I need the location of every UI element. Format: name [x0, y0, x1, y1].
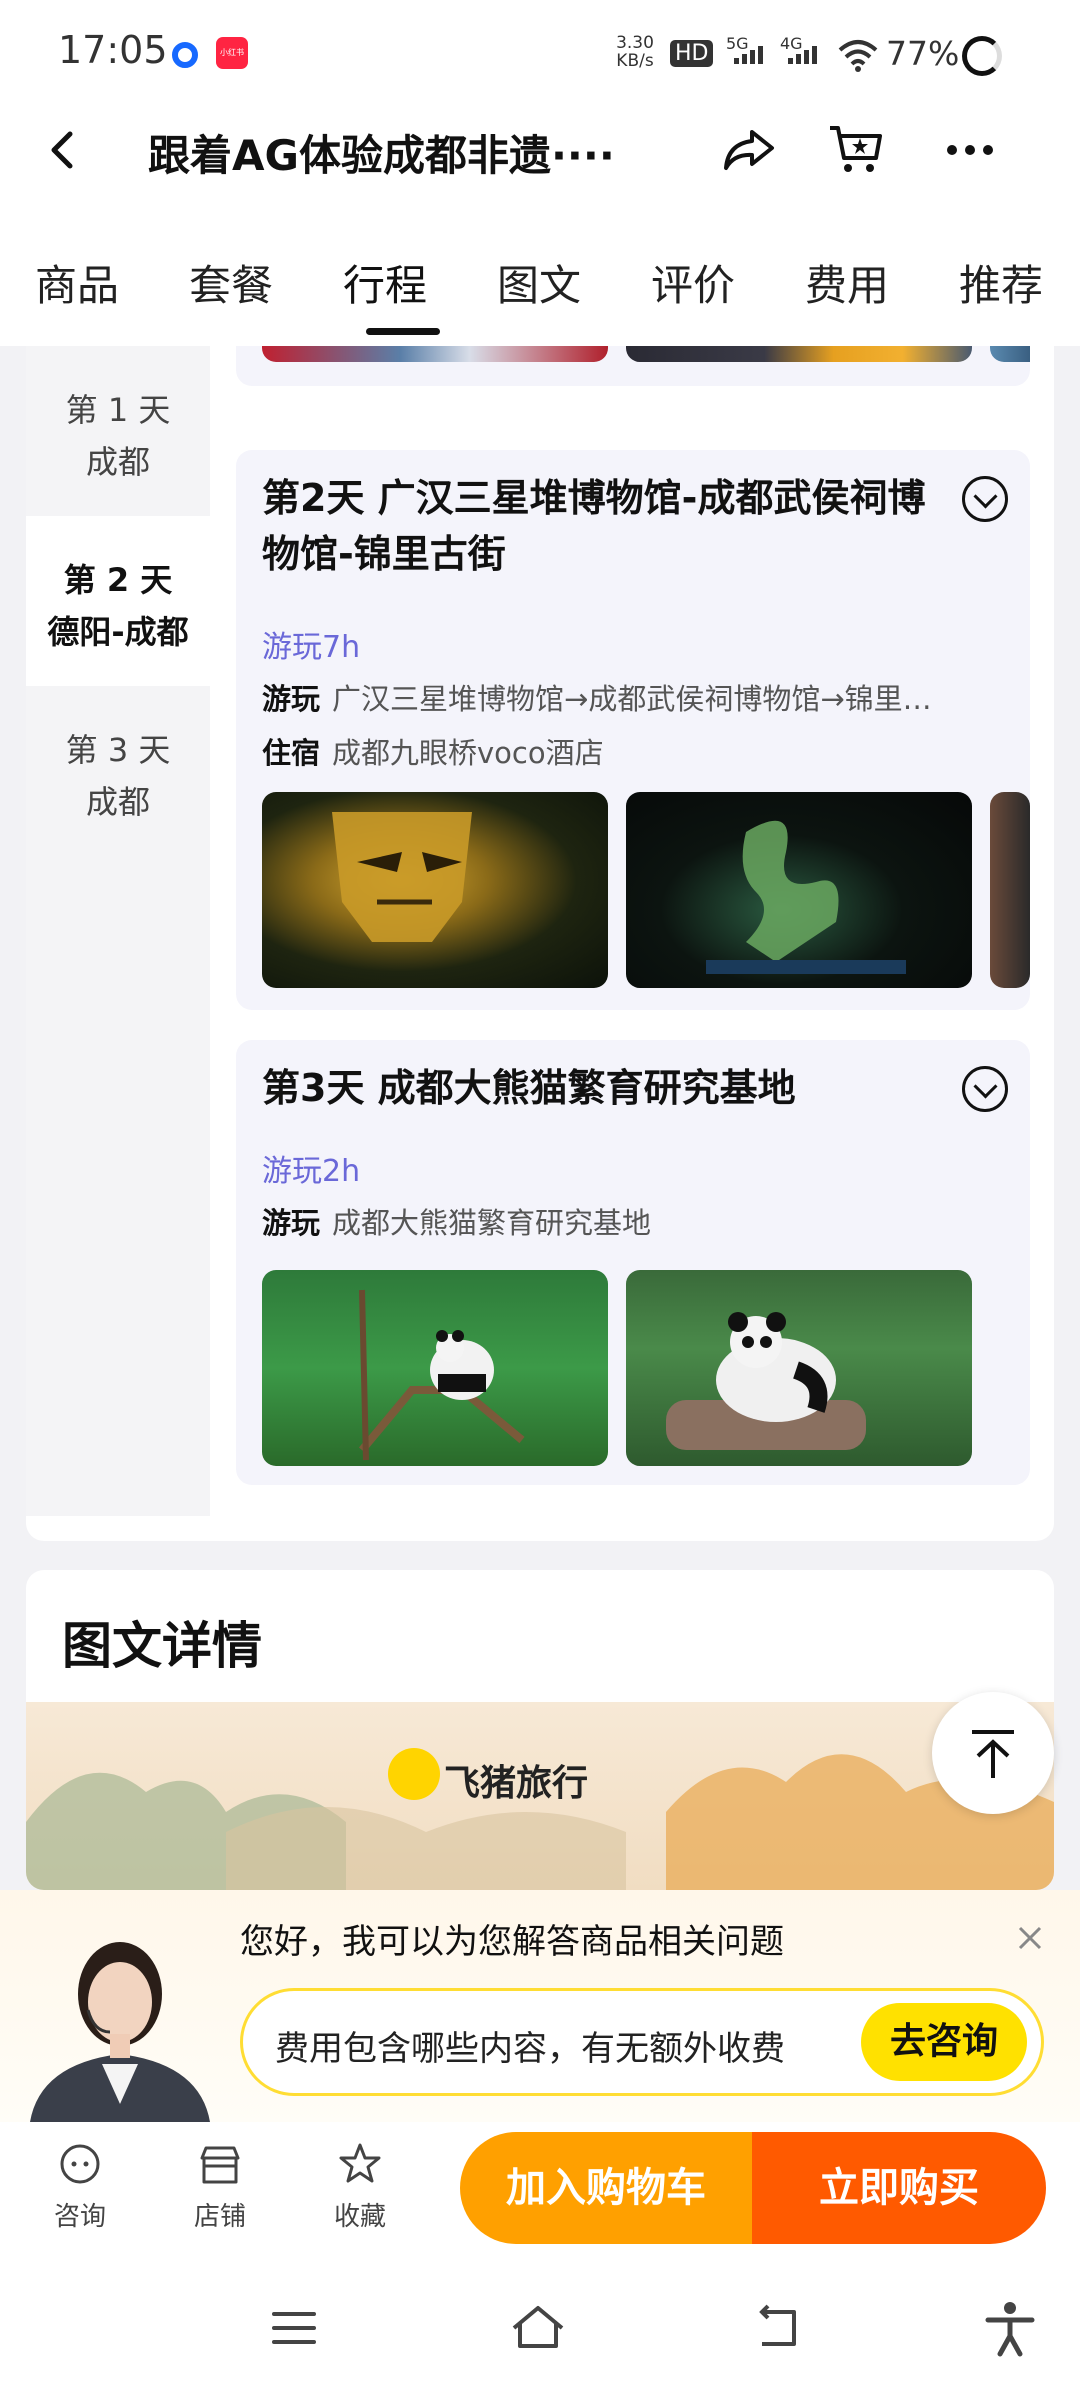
bronze-artifact-photo[interactable]: [626, 792, 972, 988]
chat-icon: [60, 2144, 100, 2184]
notification-dot-icon: [172, 42, 198, 68]
day-navigator: 第 1 天 成都 第 2 天 德阳-成都 第 3 天 成都: [26, 346, 210, 1516]
day-2-play-row: 游玩 广汉三星堆博物馆→成都武侯祠博物馆→锦里…: [262, 682, 932, 716]
day-1-photos: [262, 346, 1030, 362]
status-time: 17:05: [58, 28, 168, 72]
day-2-stay-row: 住宿 成都九眼桥voco酒店: [262, 736, 604, 770]
day-2-photos: [262, 792, 1030, 988]
bottom-action-bar: 咨询 店铺 收藏 加入购物车 立即购买: [0, 2122, 1080, 2258]
page-title: 跟着AG体验成都非遗····: [148, 131, 615, 180]
system-nav-bar: [0, 2258, 1080, 2400]
itinerary-section: 第 1 天 成都 第 2 天 德阳-成都 第 3 天 成都 第2天 广汉三星堆博…: [26, 346, 1054, 1541]
share-icon[interactable]: [716, 118, 780, 182]
battery-percent: 77%: [886, 34, 960, 73]
assistant-greeting: 您好，我可以为您解答商品相关问题: [240, 1922, 784, 1962]
day-nav-item-1[interactable]: 第 1 天 成都: [26, 346, 210, 516]
store-action[interactable]: 店铺: [170, 2140, 270, 2233]
more-options-icon[interactable]: [938, 118, 1002, 182]
home-icon[interactable]: [508, 2298, 568, 2358]
suggested-question[interactable]: 费用包含哪些内容，有无额外收费 去咨询: [240, 1988, 1044, 2096]
day-2-photo-3[interactable]: [990, 792, 1030, 988]
fliggy-logo-icon: [388, 1748, 440, 1800]
day-1-photo[interactable]: [626, 346, 972, 362]
expand-chevron-icon[interactable]: [962, 476, 1008, 522]
title-bar: 跟着AG体验成都非遗····: [0, 100, 1080, 200]
hd-voice-icon: HD: [670, 40, 714, 67]
tab-details[interactable]: 图文: [462, 200, 616, 346]
assistant-panel: 您好，我可以为您解答商品相关问题 费用包含哪些内容，有无额外收费 去咨询: [0, 1890, 1080, 2122]
panda-photo[interactable]: [262, 1270, 608, 1466]
day-3-title: 第3天 成都大熊猫繁育研究基地: [262, 1066, 796, 1110]
buy-now-button[interactable]: 立即购买: [752, 2132, 1046, 2244]
sanxingdui-mask-photo[interactable]: [262, 792, 608, 988]
back-icon[interactable]: [748, 2298, 808, 2358]
suggested-question-text: 费用包含哪些内容，有无额外收费: [275, 2029, 785, 2069]
network-speed: 3.30 KB/s: [616, 33, 654, 71]
back-arrow-icon[interactable]: [36, 122, 92, 178]
sim1-signal-icon: [734, 46, 763, 64]
day-1-photo[interactable]: [990, 346, 1030, 362]
day-card-3[interactable]: 第3天 成都大熊猫繁育研究基地 游玩2h 游玩 成都大熊猫繁育研究基地: [236, 1040, 1030, 1485]
consult-action[interactable]: 咨询: [30, 2140, 130, 2233]
consult-button[interactable]: 去咨询: [861, 2003, 1027, 2081]
tab-fees[interactable]: 费用: [770, 200, 924, 346]
tab-product[interactable]: 商品: [0, 200, 154, 346]
day-1-photo[interactable]: [262, 346, 608, 362]
close-icon[interactable]: [1012, 1920, 1048, 1956]
tab-package[interactable]: 套餐: [154, 200, 308, 346]
day-2-duration: 游玩7h: [262, 630, 361, 665]
shopping-cart-icon[interactable]: [824, 118, 888, 182]
sim2-signal-icon: [788, 46, 817, 64]
day-3-duration: 游玩2h: [262, 1154, 361, 1189]
day-nav-item-3[interactable]: 第 3 天 成都: [26, 686, 210, 856]
menu-icon[interactable]: [264, 2298, 324, 2358]
status-bar: 17:05 小红书 3.30 KB/s HD 5G 4G 77%: [0, 0, 1080, 100]
brand-logo-text: 飞猪旅行: [444, 1763, 589, 1804]
battery-icon: [962, 36, 1002, 76]
day-3-photos: [262, 1270, 1030, 1466]
details-section: 图文详情 飞猪旅行: [26, 1570, 1054, 1890]
details-banner-image: 飞猪旅行: [26, 1702, 1054, 1890]
favorite-action[interactable]: 收藏: [310, 2140, 410, 2233]
details-title: 图文详情: [62, 1617, 262, 1675]
app-notification-icon: 小红书: [216, 37, 248, 69]
arrow-up-icon: [972, 1730, 1014, 1778]
tab-itinerary[interactable]: 行程: [308, 200, 462, 346]
day-card-2[interactable]: 第2天 广汉三星堆博物馆-成都武侯祠博物馆-锦里古街 游玩7h 游玩 广汉三星堆博…: [236, 450, 1030, 1010]
day-3-play-row: 游玩 成都大熊猫繁育研究基地: [262, 1206, 652, 1240]
accessibility-icon[interactable]: [980, 2298, 1040, 2358]
tab-recommend[interactable]: 推荐: [924, 200, 1078, 346]
day-2-title: 第2天 广汉三星堆博物馆-成都武侯祠博物馆-锦里古街: [262, 476, 926, 576]
expand-chevron-icon[interactable]: [962, 1066, 1008, 1112]
add-to-cart-button[interactable]: 加入购物车: [460, 2132, 752, 2244]
tab-reviews[interactable]: 评价: [616, 200, 770, 346]
back-to-top-button[interactable]: [932, 1692, 1054, 1814]
store-icon: [200, 2146, 240, 2184]
day-nav-item-2[interactable]: 第 2 天 德阳-成都: [26, 516, 210, 686]
section-tabs: 商品 套餐 行程 图文 评价 费用 推荐: [0, 200, 1080, 346]
day-card-1[interactable]: [236, 346, 1030, 386]
panda-photo[interactable]: [626, 1270, 972, 1466]
star-icon: [339, 2143, 381, 2183]
wifi-icon: [838, 40, 878, 72]
customer-service-avatar: [30, 1942, 210, 2122]
